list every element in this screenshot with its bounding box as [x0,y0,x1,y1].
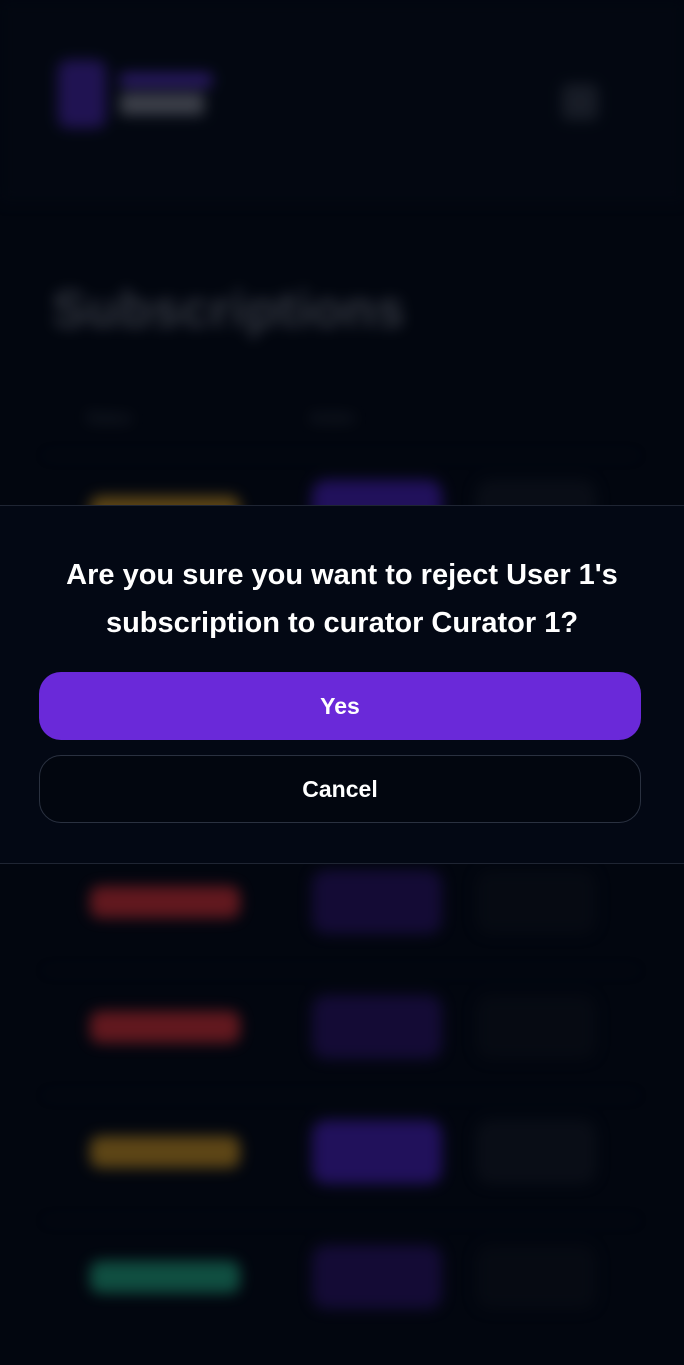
accept-button[interactable] [312,995,442,1059]
table-row [44,1095,638,1208]
reject-button[interactable] [476,1120,596,1184]
column-header-status: Status [86,410,132,427]
status-badge [90,1261,240,1293]
status-badge [90,1011,240,1043]
status-badge [90,886,240,918]
status-badge [90,1136,240,1168]
page-title: Subscriptions [52,281,406,339]
page: Subscriptions Status Action Are you sure… [0,0,684,1365]
reject-button[interactable] [476,870,596,934]
table-row [44,1220,638,1333]
reject-button[interactable] [476,995,596,1059]
yes-button[interactable]: Yes [39,672,641,740]
cancel-button[interactable]: Cancel [39,755,641,823]
reject-button[interactable] [476,1245,596,1309]
app-header [0,0,684,201]
accept-button[interactable] [312,1245,442,1309]
logo-icon [58,60,106,128]
hamburger-menu-icon[interactable] [562,84,598,120]
app-logo [58,60,212,128]
dialog-message: Are you sure you want to reject User 1's… [66,559,618,639]
confirm-reject-dialog: Are you sure you want to reject User 1's… [0,505,684,864]
table-row [44,970,638,1083]
column-header-action: Action [310,410,355,427]
accept-button[interactable] [312,870,442,934]
accept-button[interactable] [312,1120,442,1184]
